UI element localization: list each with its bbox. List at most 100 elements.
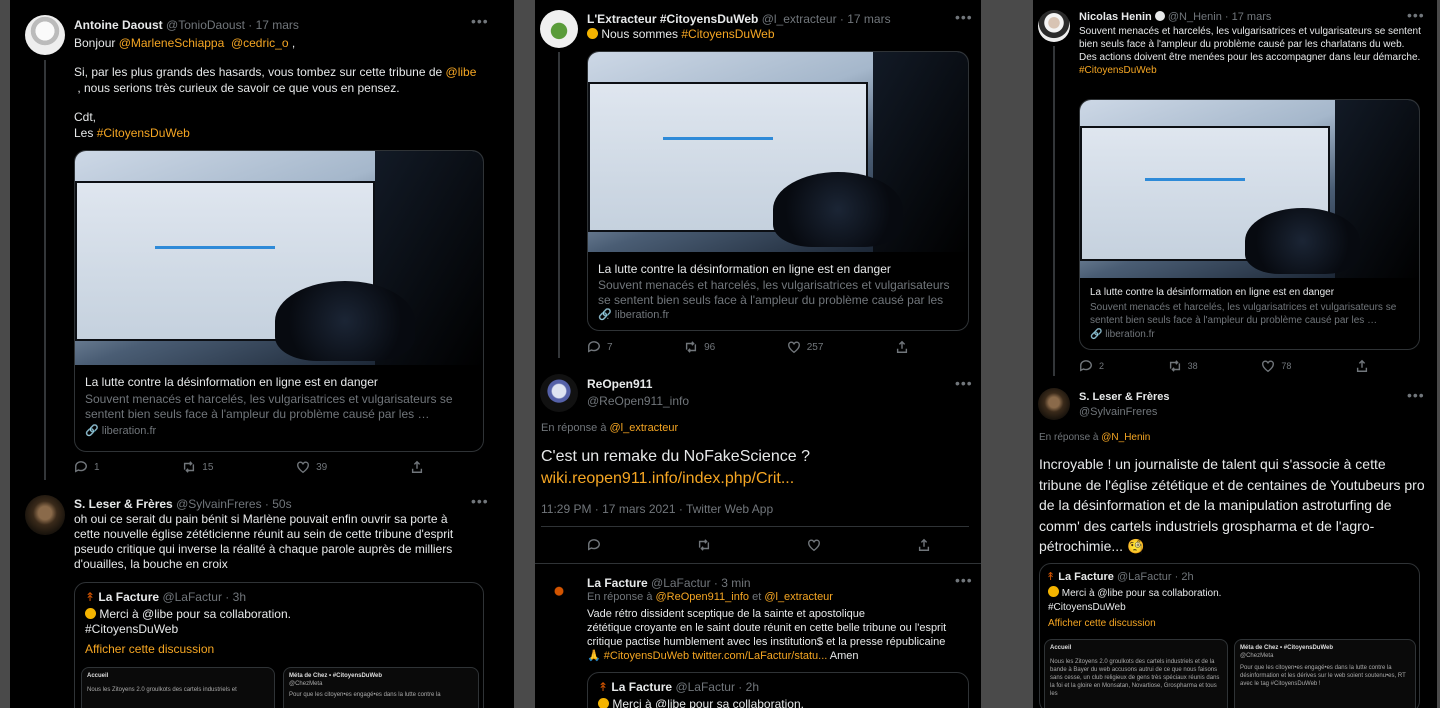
reply-button[interactable]: 7 xyxy=(587,340,613,354)
avatar[interactable] xyxy=(25,495,65,535)
tweet-leser-freres-focused[interactable]: S. Leser & Frères @SylvainFreres ••• En … xyxy=(1033,384,1437,708)
tweet-header: Antoine Daoust @TonioDaoust · 17 mars xyxy=(74,18,299,32)
avatar[interactable] xyxy=(541,575,577,611)
mention-link[interactable]: @N_Henin xyxy=(1101,432,1150,443)
url-link[interactable]: twitter.com/LaFactur/statu... xyxy=(692,650,827,662)
retweet-button[interactable]: 38 xyxy=(1168,359,1198,373)
more-options-icon[interactable]: ••• xyxy=(955,375,973,391)
reply-button[interactable]: 1 xyxy=(74,460,100,474)
share-button[interactable] xyxy=(410,460,424,474)
tweet-antoine-daoust[interactable]: Antoine Daoust @TonioDaoust · 17 mars ••… xyxy=(10,0,514,485)
tweet-timestamp[interactable]: 11:29 PM · 17 mars 2021 · Twitter Web Ap… xyxy=(541,502,773,516)
avatar[interactable] xyxy=(540,10,578,48)
share-button[interactable] xyxy=(895,340,909,354)
like-button[interactable]: 257 xyxy=(787,340,823,354)
tweet-extracteur[interactable]: L'Extracteur #CitoyensDuWeb @l_extracteu… xyxy=(535,0,981,362)
tweet-text: Incroyable ! un journaliste de talent qu… xyxy=(1039,456,1425,554)
tweet-leser-freres[interactable]: S. Leser & Frères @SylvainFreres · 50s •… xyxy=(10,488,514,708)
hashtag-link[interactable]: #CitoyensDuWeb xyxy=(1079,64,1424,77)
avatar[interactable] xyxy=(25,15,65,55)
mention-link[interactable]: @libe xyxy=(446,65,477,79)
hashtag-link[interactable]: #CitoyensDuWeb xyxy=(97,126,190,140)
mention-link[interactable]: @l_extracteur xyxy=(764,591,833,603)
avatar[interactable] xyxy=(1038,10,1070,42)
tweet-text: C'est un remake du NoFakeScience ? wiki.… xyxy=(541,446,810,490)
more-options-icon[interactable]: ••• xyxy=(955,572,973,588)
share-button[interactable] xyxy=(917,538,931,552)
author-handle[interactable]: @ReOpen911_info xyxy=(587,394,689,408)
author-handle-time[interactable]: @SylvainFreres · 50s xyxy=(176,497,292,511)
quoted-tweet[interactable]: ↟ La Facture @LaFactur · 2h Merci à @lib… xyxy=(587,672,969,708)
divider xyxy=(535,563,981,564)
hashtag-link[interactable]: #CitoyensDuWeb xyxy=(604,650,689,662)
mention-link[interactable]: @l_extracteur xyxy=(610,422,679,434)
quote-author-name: La Facture xyxy=(1058,571,1114,583)
retweet-button[interactable]: 15 xyxy=(182,460,213,474)
card-description: Souvent menacés et harcelés, les vulgari… xyxy=(1090,302,1397,326)
heart-icon xyxy=(808,539,820,552)
quote-screenshot-right: Méta de Chez • #CitoyensDuWeb @ChezMeta … xyxy=(283,667,479,708)
smile-emoji-icon xyxy=(598,698,609,708)
link-card[interactable]: La lutte contre la désinformation en lig… xyxy=(587,51,969,331)
tweet-header: S. Leser & Frères @SylvainFreres · 50s xyxy=(74,497,292,511)
quote-handle-time: @LaFactur · 2h xyxy=(1116,571,1194,583)
tweet-text: oh oui ce serait du pain bénit si Marlèn… xyxy=(74,512,454,571)
card-image xyxy=(75,151,483,365)
reply-context: En réponse à @N_Henin xyxy=(1039,432,1151,443)
more-options-icon[interactable]: ••• xyxy=(471,13,489,29)
card-domain: 🔗 liberation.fr xyxy=(1090,329,1155,340)
mention-link[interactable]: @ReOpen911_info xyxy=(656,591,750,603)
retweet-button[interactable] xyxy=(697,538,711,552)
thread-line xyxy=(558,52,560,358)
author-handle-time[interactable]: @TonioDaoust · 17 mars xyxy=(166,18,299,32)
reply-icon xyxy=(75,461,87,473)
tweet-text: Nous sommes #CitoyensDuWeb xyxy=(587,27,775,42)
author-handle-time[interactable]: @l_extracteur · 17 mars xyxy=(762,12,891,26)
tweet-la-facture[interactable]: La Facture @LaFactur · 3 min ••• En répo… xyxy=(535,567,981,708)
link-card[interactable]: La lutte contre la désinformation en lig… xyxy=(1079,99,1420,350)
author-name[interactable]: Antoine Daoust xyxy=(74,18,163,32)
share-icon xyxy=(896,340,908,353)
more-options-icon[interactable]: ••• xyxy=(1407,7,1425,23)
like-button[interactable] xyxy=(807,538,821,552)
author-name[interactable]: S. Leser & Frères xyxy=(74,497,173,511)
mention-link[interactable]: @MarleneSchiappa xyxy=(119,36,225,50)
url-link[interactable]: wiki.reopen911.info/index.php/Crit... xyxy=(541,468,810,490)
avatar[interactable] xyxy=(1038,388,1070,420)
reply-icon xyxy=(588,341,600,353)
more-options-icon[interactable]: ••• xyxy=(1407,387,1425,403)
tweet-nicolas-henin[interactable]: Nicolas Henin @N_Henin · 17 mars ••• Sou… xyxy=(1033,0,1437,380)
more-options-icon[interactable]: ••• xyxy=(955,9,973,25)
mention-link[interactable]: @cedric_o xyxy=(231,36,289,50)
share-button[interactable] xyxy=(1355,359,1369,373)
retweet-icon xyxy=(1169,360,1180,372)
quoted-tweet[interactable]: ↟ La Facture @LaFactur · 2h Merci à @lib… xyxy=(1039,563,1420,708)
reply-button[interactable] xyxy=(587,538,601,552)
card-title: La lutte contre la désinformation en lig… xyxy=(85,375,378,389)
hashtag-link[interactable]: #CitoyensDuWeb xyxy=(681,27,774,41)
author-handle-time[interactable]: @N_Henin · 17 mars xyxy=(1168,11,1271,23)
like-button[interactable]: 39 xyxy=(296,460,327,474)
quote-author-name: La Facture xyxy=(611,680,673,694)
show-thread-link[interactable]: Afficher cette discussion xyxy=(85,642,465,657)
more-options-icon[interactable]: ••• xyxy=(471,493,489,509)
author-handle[interactable]: @SylvainFreres xyxy=(1079,406,1170,418)
author-name[interactable]: La Facture xyxy=(587,576,648,590)
author-handle-time[interactable]: @LaFactur · 3 min xyxy=(651,576,751,590)
author-name[interactable]: L'Extracteur #CitoyensDuWeb xyxy=(587,12,758,26)
author-name[interactable]: S. Leser & Frères xyxy=(1079,391,1170,403)
tweet-reopen911-focused[interactable]: ReOpen911 @ReOpen911_info ••• En réponse… xyxy=(535,368,981,564)
reply-button[interactable]: 2 xyxy=(1079,359,1104,373)
quote-screenshot-right: Méta de Chez • #CitoyensDuWeb @ChezMeta … xyxy=(1234,639,1416,708)
link-card[interactable]: La lutte contre la désinformation en lig… xyxy=(74,150,484,452)
smile-emoji-icon xyxy=(85,608,96,619)
retweet-button[interactable]: 96 xyxy=(684,340,715,354)
author-name[interactable]: Nicolas Henin xyxy=(1079,11,1152,23)
show-thread-link[interactable]: Afficher cette discussion xyxy=(1048,617,1408,631)
quoted-tweet[interactable]: ↟ La Facture @LaFactur · 3h Merci à @lib… xyxy=(74,582,484,708)
like-button[interactable]: 78 xyxy=(1261,359,1291,373)
avatar[interactable] xyxy=(540,374,578,412)
share-icon xyxy=(918,538,930,551)
author-name[interactable]: ReOpen911 xyxy=(587,377,689,391)
tweet-header: Nicolas Henin @N_Henin · 17 mars xyxy=(1079,11,1271,23)
